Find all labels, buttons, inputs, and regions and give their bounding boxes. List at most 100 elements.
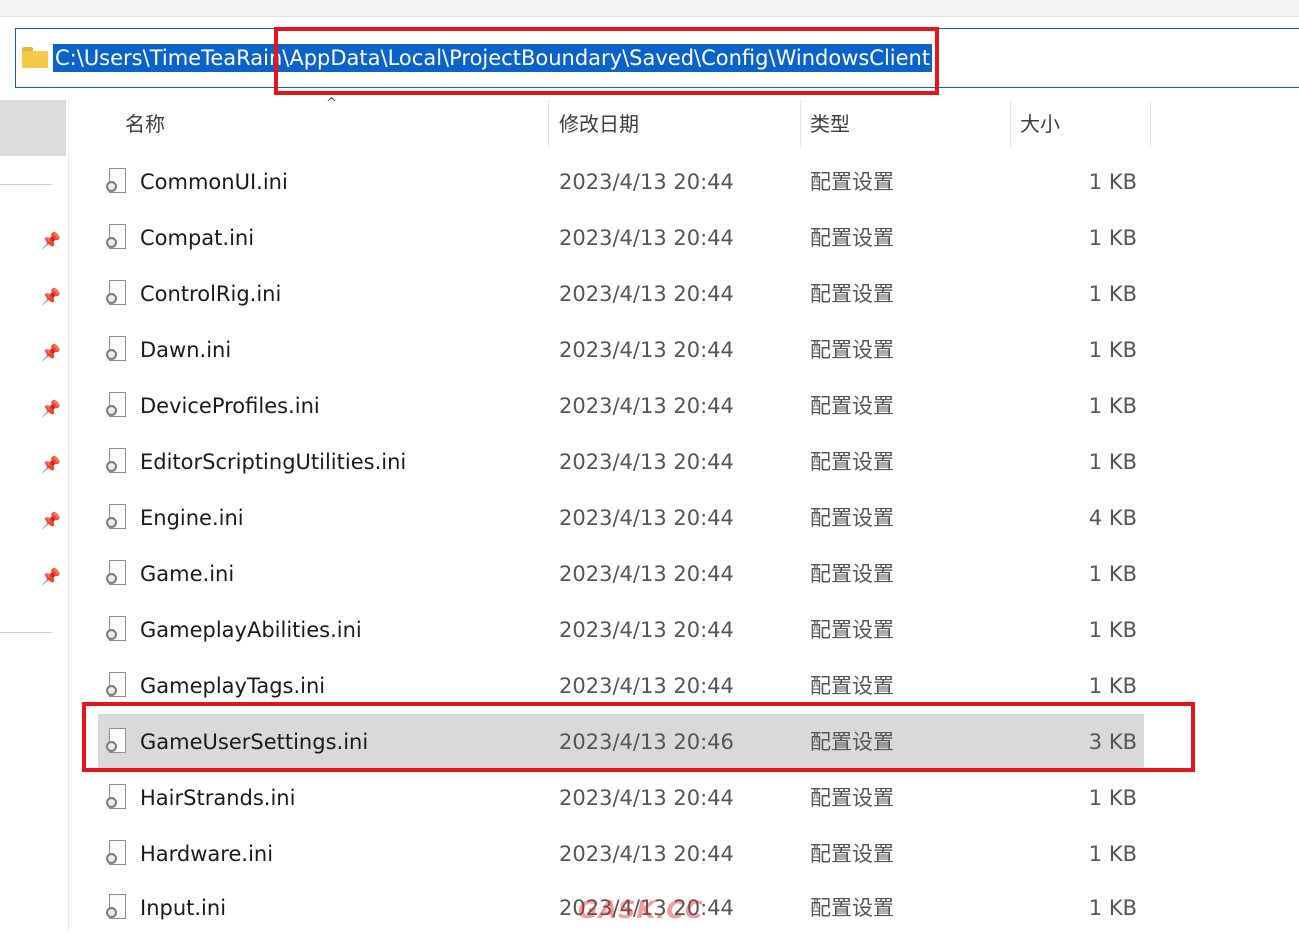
file-size: 1 KB <box>1088 674 1137 698</box>
config-file-icon <box>106 784 128 811</box>
file-date: 2023/4/13 20:44 <box>559 842 734 866</box>
file-name: Hardware.ini <box>140 842 274 866</box>
file-name: EditorScriptingUtilities.ini <box>140 450 407 474</box>
column-divider[interactable] <box>800 100 801 148</box>
config-file-icon <box>106 224 128 251</box>
config-file-icon <box>106 894 128 921</box>
pin-icon[interactable]: 📌 <box>40 342 62 364</box>
file-row[interactable]: CommonUI.ini 2023/4/13 20:44 配置设置 1 KB <box>98 154 1144 210</box>
config-file-icon <box>106 336 128 363</box>
pin-icon[interactable]: 📌 <box>40 398 62 420</box>
pin-icon[interactable]: 📌 <box>40 230 62 252</box>
file-type: 配置设置 <box>810 450 894 474</box>
file-type: 配置设置 <box>810 506 894 530</box>
file-date: 2023/4/13 20:44 <box>559 170 734 194</box>
file-type: 配置设置 <box>810 282 894 306</box>
navigation-pane: 📌 📌 📌 📌 📌 📌 📌 <box>0 100 68 932</box>
file-date: 2023/4/13 20:44 <box>559 394 734 418</box>
config-file-icon <box>106 448 128 475</box>
folder-icon <box>22 47 48 69</box>
file-size: 3 KB <box>1088 730 1137 754</box>
file-name: Input.ini <box>140 896 227 920</box>
nav-selected-item[interactable] <box>0 100 66 156</box>
file-type: 配置设置 <box>810 896 894 920</box>
pin-icon[interactable]: 📌 <box>40 566 62 588</box>
file-name: Dawn.ini <box>140 338 232 362</box>
file-row[interactable]: Hardware.ini 2023/4/13 20:44 配置设置 1 KB <box>98 826 1144 882</box>
file-size: 1 KB <box>1088 450 1137 474</box>
config-file-icon <box>106 672 128 699</box>
column-header-size[interactable]: 大小 <box>1020 100 1060 148</box>
column-header-type[interactable]: 类型 <box>810 100 850 148</box>
file-date: 2023/4/13 20:44 <box>559 618 734 642</box>
file-name: GameplayAbilities.ini <box>140 618 362 642</box>
config-file-icon <box>106 168 128 195</box>
config-file-icon <box>106 616 128 643</box>
window-top-strip <box>0 0 1299 17</box>
file-size: 1 KB <box>1088 842 1137 866</box>
file-row[interactable]: HairStrands.ini 2023/4/13 20:44 配置设置 1 K… <box>98 770 1144 826</box>
config-file-icon <box>106 280 128 307</box>
file-type: 配置设置 <box>810 618 894 642</box>
file-name: Game.ini <box>140 562 235 586</box>
config-file-icon <box>106 392 128 419</box>
file-size: 1 KB <box>1088 338 1137 362</box>
column-header-name[interactable]: 名称 <box>125 100 165 148</box>
pin-icon[interactable]: 📌 <box>40 286 62 308</box>
file-name: HairStrands.ini <box>140 786 296 810</box>
file-size: 1 KB <box>1088 394 1137 418</box>
column-divider[interactable] <box>548 100 549 148</box>
file-type: 配置设置 <box>810 786 894 810</box>
file-name: GameplayTags.ini <box>140 674 326 698</box>
watermark: GASK.CC <box>578 896 704 924</box>
column-divider[interactable] <box>1150 100 1151 148</box>
file-name: CommonUI.ini <box>140 170 288 194</box>
column-header-row: 名称 修改日期 类型 大小 <box>70 100 1299 148</box>
file-date: 2023/4/13 20:44 <box>559 226 734 250</box>
file-size: 1 KB <box>1088 786 1137 810</box>
file-row[interactable]: Compat.ini 2023/4/13 20:44 配置设置 1 KB <box>98 210 1144 266</box>
file-row-selected[interactable]: GameUserSettings.ini 2023/4/13 20:46 配置设… <box>98 714 1144 770</box>
file-size: 1 KB <box>1088 170 1137 194</box>
pin-icon[interactable]: 📌 <box>40 454 62 476</box>
address-path[interactable]: C:\Users\TimeTeaRain\AppData\Local\Proje… <box>53 44 933 72</box>
file-row[interactable]: GameplayAbilities.ini 2023/4/13 20:44 配置… <box>98 602 1144 658</box>
file-row[interactable]: Game.ini 2023/4/13 20:44 配置设置 1 KB <box>98 546 1144 602</box>
pin-icon[interactable]: 📌 <box>40 510 62 532</box>
file-date: 2023/4/13 20:46 <box>559 730 734 754</box>
file-type: 配置设置 <box>810 562 894 586</box>
column-header-date[interactable]: 修改日期 <box>559 100 639 148</box>
file-type: 配置设置 <box>810 674 894 698</box>
config-file-icon <box>106 560 128 587</box>
file-type: 配置设置 <box>810 842 894 866</box>
file-size: 1 KB <box>1088 562 1137 586</box>
column-divider[interactable] <box>1010 100 1011 148</box>
file-type: 配置设置 <box>810 394 894 418</box>
file-row[interactable]: GameplayTags.ini 2023/4/13 20:44 配置设置 1 … <box>98 658 1144 714</box>
file-type: 配置设置 <box>810 226 894 250</box>
pane-separator <box>68 100 69 932</box>
nav-divider <box>0 184 52 185</box>
file-date: 2023/4/13 20:44 <box>559 674 734 698</box>
file-name: GameUserSettings.ini <box>140 730 369 754</box>
file-type: 配置设置 <box>810 170 894 194</box>
file-date: 2023/4/13 20:44 <box>559 450 734 474</box>
address-bar[interactable]: C:\Users\TimeTeaRain\AppData\Local\Proje… <box>15 28 1299 88</box>
file-row[interactable]: Dawn.ini 2023/4/13 20:44 配置设置 1 KB <box>98 322 1144 378</box>
file-row[interactable]: ControlRig.ini 2023/4/13 20:44 配置设置 1 KB <box>98 266 1144 322</box>
file-size: 4 KB <box>1088 506 1137 530</box>
file-date: 2023/4/13 20:44 <box>559 282 734 306</box>
file-name: ControlRig.ini <box>140 282 282 306</box>
file-row[interactable]: DeviceProfiles.ini 2023/4/13 20:44 配置设置 … <box>98 378 1144 434</box>
nav-divider <box>0 632 52 633</box>
config-file-icon <box>106 728 128 755</box>
file-size: 1 KB <box>1088 226 1137 250</box>
file-date: 2023/4/13 20:44 <box>559 338 734 362</box>
file-row[interactable]: EditorScriptingUtilities.ini 2023/4/13 2… <box>98 434 1144 490</box>
file-row[interactable]: Engine.ini 2023/4/13 20:44 配置设置 4 KB <box>98 490 1144 546</box>
file-name: Compat.ini <box>140 226 255 250</box>
file-name: DeviceProfiles.ini <box>140 394 320 418</box>
file-size: 1 KB <box>1088 618 1137 642</box>
file-date: 2023/4/13 20:44 <box>559 506 734 530</box>
config-file-icon <box>106 840 128 867</box>
